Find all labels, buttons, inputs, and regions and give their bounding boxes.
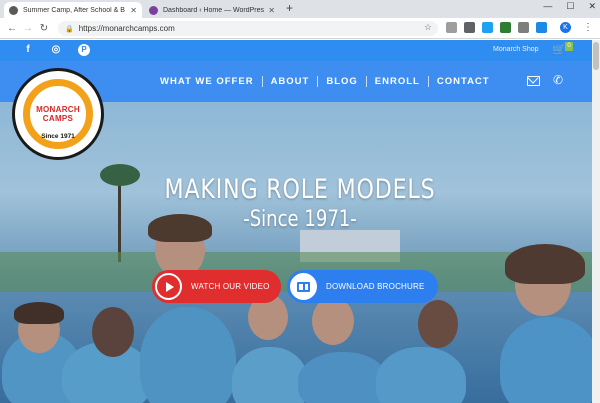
profile-avatar[interactable]: K [560, 22, 571, 33]
extension-icon[interactable] [500, 22, 511, 33]
cart-count-badge: 0 [565, 42, 573, 51]
new-tab-button[interactable]: + [286, 1, 293, 15]
download-brochure-label: DOWNLOAD BROCHURE [326, 282, 425, 291]
browser-tab-wordpress[interactable]: Dashboard ‹ Home — WordPress ✕ [144, 2, 280, 18]
extension-icon[interactable] [464, 22, 475, 33]
facebook-icon[interactable]: f [22, 44, 34, 56]
nav-item-about[interactable]: ABOUT [271, 76, 310, 87]
maximize-icon[interactable]: ☐ [566, 1, 574, 12]
cart-icon[interactable]: 🛒 [552, 43, 566, 57]
nav-divider [365, 76, 367, 87]
hero-headline: MAKING ROLE MODELS [164, 174, 436, 205]
nav-item-what-we-offer[interactable]: WHAT WE OFFER [160, 76, 254, 87]
nav-divider [317, 76, 319, 87]
pinterest-icon[interactable]: P [78, 44, 90, 56]
browser-toolbar: ← → ↻ 🔒 https://monarchcamps.com ☆ K ⋮ [0, 18, 600, 39]
page-scrollbar[interactable] [592, 40, 600, 403]
nav-divider [427, 76, 429, 87]
download-brochure-button[interactable]: DOWNLOAD BROCHURE [287, 270, 438, 303]
logo-since-text: Since 1971 [41, 133, 75, 140]
play-icon [155, 273, 182, 300]
monarch-camps-logo[interactable]: MONARCH CAMPS Since 1971 [12, 68, 104, 160]
forward-icon[interactable]: → [20, 23, 36, 34]
instagram-icon[interactable]: ◎ [50, 44, 62, 56]
extension-icon[interactable] [446, 22, 457, 33]
browser-tab-strip: Summer Camp, After School & B ✕ Dashboar… [0, 0, 600, 18]
minimize-icon[interactable]: — [543, 1, 552, 12]
watch-video-label: WATCH OUR VIDEO [191, 282, 270, 291]
browser-menu-icon[interactable]: ⋮ [583, 22, 593, 33]
nav-menu: WHAT WE OFFER ABOUT BLOG ENROLL CONTACT [160, 76, 490, 87]
phone-icon[interactable]: ✆ [553, 73, 563, 87]
wordpress-favicon-icon [149, 5, 158, 15]
book-icon [290, 273, 317, 300]
site-favicon-icon [9, 5, 18, 15]
back-icon[interactable]: ← [4, 23, 20, 34]
scrollbar-thumb[interactable] [593, 42, 599, 70]
mail-icon[interactable] [527, 76, 540, 86]
nav-divider [261, 76, 263, 87]
twitter-extension-icon[interactable] [482, 22, 493, 33]
url-text: https://monarchcamps.com [78, 24, 175, 33]
close-tab-icon[interactable]: ✕ [130, 6, 137, 15]
close-tab-icon[interactable]: ✕ [268, 6, 275, 15]
tab-title: Summer Camp, After School & B [23, 6, 125, 14]
web-page: f ◎ P Monarch Shop 🛒 0 WHAT WE OFFER ABO… [0, 40, 600, 403]
extension-icon[interactable] [518, 22, 529, 33]
nav-item-blog[interactable]: BLOG [326, 76, 357, 87]
tab-title: Dashboard ‹ Home — WordPress [163, 6, 265, 14]
lock-icon: 🔒 [65, 25, 74, 33]
nav-item-contact[interactable]: CONTACT [437, 76, 490, 87]
shop-link[interactable]: Monarch Shop [493, 46, 539, 53]
close-window-icon[interactable]: ✕ [588, 1, 596, 12]
bookmark-star-icon[interactable]: ☆ [424, 22, 432, 33]
nav-item-enroll[interactable]: ENROLL [375, 76, 420, 87]
window-controls: — ☐ ✕ [543, 1, 596, 12]
social-top-bar: f ◎ P Monarch Shop 🛒 0 [0, 40, 600, 61]
watch-video-button[interactable]: WATCH OUR VIDEO [152, 270, 281, 303]
browser-tab-monarch[interactable]: Summer Camp, After School & B ✕ [4, 2, 142, 18]
download-extension-icon[interactable] [536, 22, 547, 33]
address-bar[interactable]: 🔒 https://monarchcamps.com ☆ [58, 21, 438, 36]
hero-overlay [0, 102, 600, 403]
hero-banner: MAKING ROLE MODELS -Since 1971- WATCH OU… [0, 102, 600, 403]
logo-wordmark: MONARCH CAMPS [36, 105, 80, 123]
reload-icon[interactable]: ↻ [36, 23, 52, 34]
hero-subheadline: -Since 1971- [243, 207, 357, 232]
